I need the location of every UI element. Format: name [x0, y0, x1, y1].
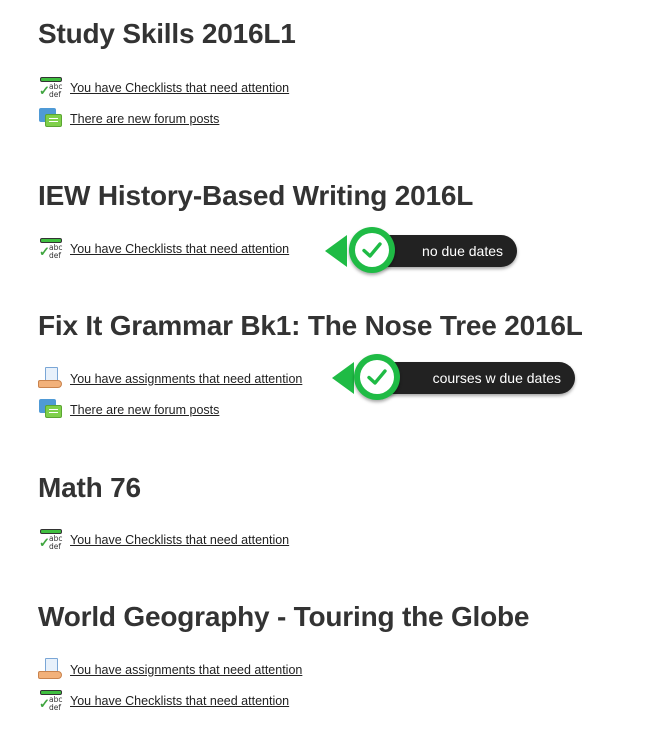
checklist-icon: ✓ abc def	[38, 237, 64, 261]
notice-link[interactable]: There are new forum posts	[70, 403, 219, 417]
forum-icon	[38, 107, 64, 131]
notice-link[interactable]: You have assignments that need attention	[70, 663, 302, 677]
course-title[interactable]: IEW History-Based Writing 2016L	[38, 180, 473, 212]
course-block: IEW History-Based Writing 2016L	[38, 180, 473, 212]
notice-link[interactable]: You have Checklists that need attention	[70, 81, 289, 95]
callout-arrow	[332, 362, 354, 394]
course-title[interactable]: Fix It Grammar Bk1: The Nose Tree 2016L	[38, 310, 583, 342]
checklist-icon: ✓ abc def	[38, 689, 64, 713]
assignment-icon	[38, 367, 64, 391]
callout-label: courses w due dates	[432, 370, 561, 386]
course-title[interactable]: Math 76	[38, 472, 141, 504]
checkmark-icon	[354, 354, 400, 400]
course-block: Fix It Grammar Bk1: The Nose Tree 2016L	[38, 310, 583, 342]
notice-assignment[interactable]: You have assignments that need attention	[38, 658, 302, 682]
callout-no-due-dates: no due dates	[325, 227, 517, 273]
checklist-icon: ✓ abc def	[38, 76, 64, 100]
notice-link[interactable]: You have Checklists that need attention	[70, 242, 289, 256]
notice-checklist[interactable]: ✓ abc def You have Checklists that need at…	[38, 528, 289, 552]
course-title[interactable]: Study Skills 2016L1	[38, 18, 296, 50]
course-block: Study Skills 2016L1	[38, 18, 296, 50]
course-block: Math 76	[38, 472, 141, 504]
course-block: World Geography - Touring the Globe	[38, 601, 529, 633]
callout-pill: courses w due dates	[374, 362, 575, 394]
notice-link[interactable]: There are new forum posts	[70, 112, 219, 126]
notice-link[interactable]: You have Checklists that need attention	[70, 533, 289, 547]
course-title[interactable]: World Geography - Touring the Globe	[38, 601, 529, 633]
notice-assignment[interactable]: You have assignments that need attention	[38, 367, 302, 391]
callout-with-due-dates: courses w due dates	[332, 354, 575, 400]
notice-forum[interactable]: There are new forum posts	[38, 398, 219, 422]
notice-checklist[interactable]: ✓ abc def You have Checklists that need at…	[38, 237, 289, 261]
notice-link[interactable]: You have Checklists that need attention	[70, 694, 289, 708]
notice-checklist[interactable]: ✓ abc def You have Checklists that need at…	[38, 689, 289, 713]
assignment-icon	[38, 658, 64, 682]
notice-link[interactable]: You have assignments that need attention	[70, 372, 302, 386]
checklist-icon: ✓ abc def	[38, 528, 64, 552]
notice-checklist[interactable]: ✓ abc def You have Checklists that need at…	[38, 76, 289, 100]
notice-forum[interactable]: There are new forum posts	[38, 107, 219, 131]
forum-icon	[38, 398, 64, 422]
callout-label: no due dates	[422, 243, 503, 259]
checkmark-icon	[349, 227, 395, 273]
callout-arrow	[325, 235, 347, 267]
